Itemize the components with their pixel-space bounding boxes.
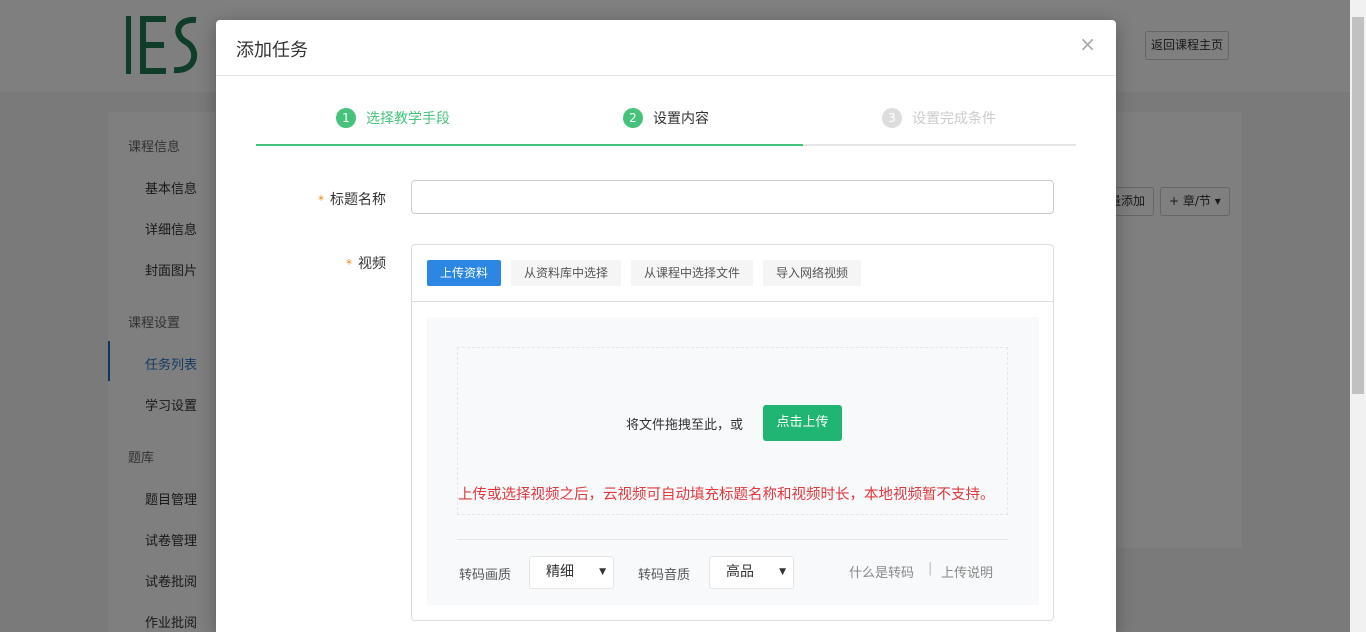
modal-title: 添加任务: [236, 40, 308, 61]
upload-instructions-link[interactable]: 上传说明: [941, 562, 993, 581]
title-field-label: * 标题名称: [318, 189, 386, 209]
step-number: 1: [336, 108, 356, 128]
audio-quality-label: 转码音质: [638, 568, 691, 583]
video-field-label: * 视频: [346, 253, 386, 273]
add-task-modal: 添加任务 × 1 选择教学手段 2 设置内容 3 设置完成条件 * 标题名称 * 视…: [216, 20, 1116, 632]
required-mark: *: [318, 193, 324, 207]
title-name-input[interactable]: [411, 180, 1054, 214]
step-number: 3: [882, 108, 902, 128]
scrollbar-thumb[interactable]: [1352, 17, 1364, 394]
video-quality-value: 精细: [546, 564, 574, 580]
video-quality-select[interactable]: 精细 ▼: [529, 556, 614, 589]
modal-header: 添加任务 ×: [216, 20, 1116, 76]
step-set-completion: 3 设置完成条件: [882, 108, 996, 128]
drop-hint-text: 将文件拖拽至此，或: [626, 418, 744, 433]
title-label-text: 标题名称: [330, 192, 386, 208]
page-scrollbar[interactable]: [1350, 0, 1366, 632]
required-mark: *: [346, 257, 352, 271]
step-number: 2: [623, 108, 643, 128]
caret-down-icon: ▼: [599, 567, 606, 577]
step-label: 设置内容: [653, 111, 709, 127]
step-label: 选择教学手段: [366, 111, 450, 127]
tab-import-web-video[interactable]: 导入网络视频: [763, 260, 862, 286]
video-quality-label: 转码画质: [459, 568, 512, 583]
step-indicator: 1 选择教学手段 2 设置内容 3 设置完成条件: [256, 96, 1076, 146]
tab-select-from-library[interactable]: 从资料库中选择: [511, 260, 622, 286]
video-label-text: 视频: [358, 256, 386, 272]
step-choose-teaching-method: 1 选择教学手段: [336, 108, 450, 128]
upload-tip-text: 上传或选择视频之后，云视频可自动填充标题名称和视频时长，本地视频暂不支持。: [458, 487, 995, 503]
step-label: 设置完成条件: [912, 111, 996, 127]
upload-area: 将文件拖拽至此，或 点击上传 上传或选择视频之后，云视频可自动填充标题名称和视频…: [427, 317, 1039, 605]
click-upload-button[interactable]: 点击上传: [763, 405, 842, 441]
link-separator: |: [928, 561, 933, 576]
step-progress-bar: [256, 144, 803, 146]
audio-quality-value: 高品: [726, 564, 754, 580]
caret-down-icon: ▼: [779, 567, 786, 577]
what-is-transcoding-link[interactable]: 什么是转码: [849, 562, 914, 581]
tab-select-from-course[interactable]: 从课程中选择文件: [631, 260, 754, 286]
tab-upload-material[interactable]: 上传资料: [427, 260, 502, 286]
audio-quality-select[interactable]: 高品 ▼: [709, 556, 794, 589]
video-panel: 上传资料 从资料库中选择 从课程中选择文件 导入网络视频 将文件拖拽至此，或 点…: [411, 244, 1054, 621]
close-icon[interactable]: ×: [1079, 34, 1096, 54]
video-source-tabs: 上传资料 从资料库中选择 从课程中选择文件 导入网络视频: [412, 245, 1053, 302]
step-set-content: 2 设置内容: [623, 108, 709, 128]
divider: [457, 539, 1008, 540]
